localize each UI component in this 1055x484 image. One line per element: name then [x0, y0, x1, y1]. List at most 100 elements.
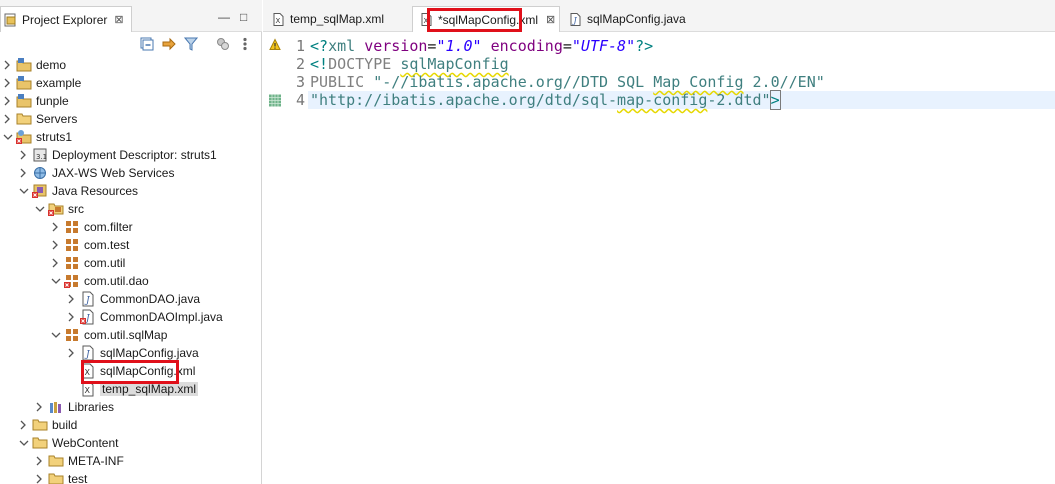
project-explorer-icon: [4, 13, 16, 26]
tree-item-demo[interactable]: demo: [3, 56, 66, 74]
tab-label: *sqlMapConfig.xml: [438, 12, 539, 27]
change-marker-icon: [269, 94, 281, 107]
code-token: 2.0//EN": [743, 73, 825, 91]
tree-item-label: com.filter: [84, 220, 133, 234]
explorer-toolbar: [0, 32, 262, 56]
tab-project-explorer[interactable]: Project Explorer ⊠: [0, 6, 132, 32]
tree-item-com-filter[interactable]: com.filter: [51, 218, 133, 236]
code-editor[interactable]: 1 2 3 4 <?xml version="1.0" encoding="UT…: [263, 34, 1055, 484]
chevron-right-icon[interactable]: [51, 222, 61, 232]
filter-icon[interactable]: [184, 37, 198, 51]
tree-item-servers[interactable]: Servers: [3, 110, 77, 128]
folder-icon: [16, 113, 32, 125]
explorer-tab-bar: Project Explorer ⊠ — □: [0, 0, 262, 32]
chevron-down-icon[interactable]: [51, 277, 61, 285]
chevron-right-icon[interactable]: [3, 60, 13, 70]
tree-item-webcontent[interactable]: WebContent: [19, 434, 119, 452]
xml-file-icon: X: [82, 381, 94, 397]
package-error-icon: [64, 275, 78, 288]
tree-item-build[interactable]: build: [19, 416, 77, 434]
svg-text:X: X: [276, 17, 281, 25]
link-with-editor-icon[interactable]: [162, 37, 176, 51]
tab-sqlmapconfig-java[interactable]: J sqlMapConfig.java: [562, 6, 707, 32]
tree-item-deployment-descriptor[interactable]: 3.1 Deployment Descriptor: struts1: [19, 146, 217, 164]
chevron-right-icon[interactable]: [19, 150, 29, 160]
tree-item-jax-ws[interactable]: JAX-WS Web Services: [19, 164, 174, 182]
tree-item-label: test: [68, 472, 88, 484]
xml-file-icon: X: [82, 363, 94, 379]
tree-item-com-util-dao[interactable]: com.util.dao: [51, 272, 149, 290]
warning-icon: [269, 38, 281, 50]
chevron-right-icon[interactable]: [3, 114, 13, 124]
tree-item-test[interactable]: test: [35, 470, 87, 484]
tab-temp-sqlmap-xml[interactable]: X temp_sqlMap.xml: [265, 6, 410, 32]
chevron-right-icon[interactable]: [35, 474, 45, 484]
tree-item-label: funple: [36, 94, 69, 108]
chevron-down-icon[interactable]: [19, 187, 29, 195]
chevron-right-icon[interactable]: [19, 168, 29, 178]
tree-item-com-test[interactable]: com.test: [51, 236, 129, 254]
collapse-all-icon[interactable]: [140, 37, 154, 51]
project-explorer-panel: Project Explorer ⊠ — □ demo example funp…: [0, 0, 262, 484]
tree-item-label: WebContent: [52, 436, 119, 450]
web-project-error-icon: [16, 130, 32, 144]
tree-item-commondao-java[interactable]: J CommonDAO.java: [67, 290, 200, 308]
code-token: "-//ibatis.apache.org//DTD SQL: [373, 73, 654, 91]
tree-item-sqlmapconfig-xml[interactable]: X sqlMapConfig.xml: [77, 362, 195, 380]
tree-item-example[interactable]: example: [3, 74, 81, 92]
tree-item-java-resources[interactable]: Java Resources: [19, 182, 138, 200]
view-menu-icon[interactable]: [240, 37, 250, 51]
java-file-error-icon: J: [80, 309, 94, 325]
tree-item-label: com.util.sqlMap: [84, 328, 168, 342]
tree-item-funple[interactable]: funple: [3, 92, 69, 110]
chevron-right-icon[interactable]: [67, 348, 77, 358]
package-icon: [66, 239, 78, 251]
tree-item-label: com.test: [84, 238, 130, 252]
chevron-right-icon[interactable]: [67, 312, 77, 322]
folder-icon: [48, 455, 64, 467]
tree-item-sqlmapconfig-java[interactable]: J sqlMapConfig.java: [67, 344, 199, 362]
tree-item-meta-inf[interactable]: META-INF: [35, 452, 124, 470]
chevron-down-icon[interactable]: [35, 205, 45, 213]
chevron-right-icon[interactable]: [35, 402, 45, 412]
chevron-right-icon[interactable]: [51, 258, 61, 268]
tree-item-label: build: [52, 418, 78, 432]
tree-item-label: com.util: [84, 256, 126, 270]
editor-panel: X temp_sqlMap.xml X *sqlMapConfig.xml ⊠ …: [263, 0, 1055, 484]
code-token: xml: [328, 37, 356, 55]
tree-item-com-util-sqlmap[interactable]: com.util.sqlMap: [51, 326, 167, 344]
maximize-icon[interactable]: □: [240, 10, 247, 24]
chevron-right-icon[interactable]: [3, 96, 13, 106]
code-token: "1.0": [436, 37, 482, 55]
code-token: -2.dtd": [707, 91, 771, 109]
chevron-right-icon[interactable]: [35, 456, 45, 466]
tree-item-com-util[interactable]: com.util: [51, 254, 125, 272]
code-token: version: [364, 37, 428, 55]
tab-sqlmapconfig-xml[interactable]: X *sqlMapConfig.xml ⊠: [412, 6, 560, 32]
code-line-1: <?xml version="1.0" encoding="UTF-8"?>: [310, 37, 653, 55]
minimize-icon[interactable]: —: [218, 10, 230, 24]
tree-item-struts1[interactable]: struts1: [3, 128, 72, 146]
chevron-down-icon[interactable]: [19, 439, 29, 447]
chevron-down-icon[interactable]: [51, 331, 61, 339]
project-folder-icon: [16, 76, 32, 90]
chevron-right-icon[interactable]: [51, 240, 61, 250]
chevron-right-icon[interactable]: [19, 420, 29, 430]
close-icon[interactable]: ⊠: [114, 13, 123, 26]
tree-item-label: Servers: [36, 112, 78, 126]
tree-item-label: Java Resources: [52, 184, 139, 198]
focus-icon[interactable]: [216, 37, 230, 51]
source-folder-error-icon: [48, 203, 64, 216]
chevron-down-icon[interactable]: [3, 133, 13, 141]
tree-item-libraries[interactable]: Libraries: [35, 398, 114, 416]
tree-item-src[interactable]: src: [35, 200, 84, 218]
chevron-right-icon[interactable]: [3, 78, 13, 88]
tree-item-temp-sqlmap-xml[interactable]: X temp_sqlMap.xml: [77, 380, 199, 398]
tree-item-commondaoimpl-java[interactable]: J CommonDAOImpl.java: [67, 308, 223, 326]
close-icon[interactable]: ⊠: [546, 13, 555, 26]
chevron-right-icon[interactable]: [67, 294, 77, 304]
tree-item-label: example: [36, 76, 82, 90]
code-token: encoding: [490, 37, 563, 55]
